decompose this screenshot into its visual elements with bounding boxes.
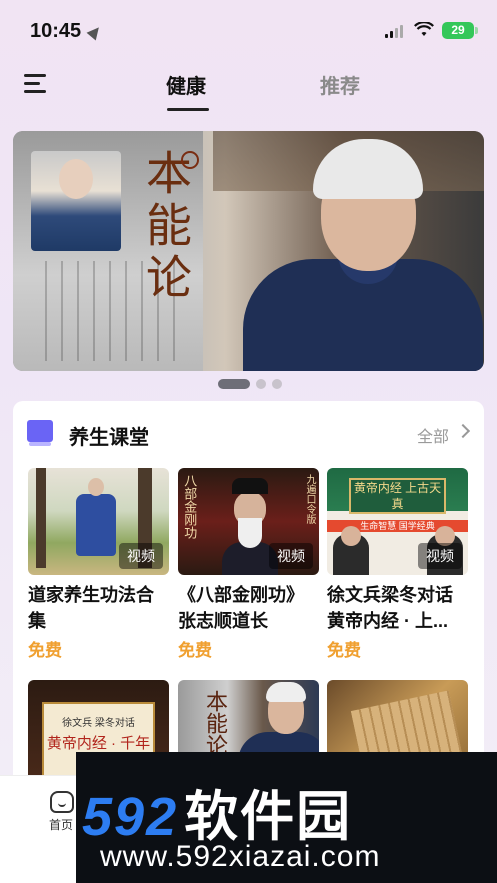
status-time: 10:45 xyxy=(30,20,82,42)
carousel-dot[interactable] xyxy=(256,379,266,389)
banner-man-image xyxy=(233,139,483,371)
watermark-overlay: 592 软件园 www.592xiazai.com xyxy=(76,752,497,883)
menu-icon[interactable] xyxy=(24,72,48,94)
battery-indicator: 29 xyxy=(442,22,474,39)
course-thumbnail[interactable]: 八部金刚功 九遍口令版 视频 xyxy=(178,468,319,575)
video-badge: 视频 xyxy=(119,543,163,569)
wifi-icon xyxy=(414,22,434,36)
banner-calligraphy: 本能论 xyxy=(139,149,193,305)
course-title[interactable]: 《八部金刚功》张志顺道长 xyxy=(178,582,319,634)
carousel-dot[interactable] xyxy=(272,379,282,389)
course-price: 免费 xyxy=(28,641,62,660)
tab-recommended[interactable]: 推荐 xyxy=(320,70,360,99)
course-title[interactable]: 道家养生功法合集 xyxy=(28,582,169,634)
course-price: 免费 xyxy=(327,641,361,660)
course-price: 免费 xyxy=(178,641,212,660)
course-card[interactable]: 八部金刚功 九遍口令版 视频 《八部金刚功》张志顺道长 免费 xyxy=(178,468,319,664)
location-icon xyxy=(86,23,104,41)
see-all-link[interactable]: 全部 xyxy=(417,423,449,447)
section-title: 养生课堂 xyxy=(69,427,149,449)
video-badge: 视频 xyxy=(269,543,313,569)
thumbnail-subtext: 九遍口令版 xyxy=(304,474,315,524)
course-card[interactable]: 视频 道家养生功法合集 免费 xyxy=(28,468,169,664)
watermark-brand-name: 软件园 xyxy=(184,787,353,847)
battery-tip xyxy=(475,27,478,34)
cellular-signal-icon xyxy=(385,25,403,38)
thumbnail-calligraphy: 本能论 xyxy=(202,690,227,756)
tab-active-indicator xyxy=(167,108,209,111)
status-bar: 10:45 29 xyxy=(0,0,497,62)
tab-health[interactable]: 健康 xyxy=(166,70,206,99)
thumbnail-text: 徐文兵 梁冬对话 xyxy=(62,718,135,729)
carousel-indicator xyxy=(218,379,282,389)
watermark-url: www.592xiazai.com xyxy=(100,840,381,873)
tab-home-label[interactable]: 首页 xyxy=(49,816,73,833)
thumbnail-book-title: 黄帝内经 上古天真 xyxy=(349,478,446,514)
carousel-dot-active[interactable] xyxy=(218,379,250,389)
banner-portrait-image xyxy=(31,151,121,251)
classroom-icon xyxy=(27,420,53,446)
watermark-brand-number: 592 xyxy=(82,787,179,847)
thumbnail-text: 八部金刚功 xyxy=(182,474,198,539)
thumbnail-title: 黄帝内经 · 千年 xyxy=(46,735,151,752)
course-card[interactable]: 黄帝内经 上古天真 生命智慧 国学经典 视频 徐文兵梁冬对话黄帝内经 · 上..… xyxy=(327,468,468,664)
video-badge: 视频 xyxy=(418,543,462,569)
course-title[interactable]: 徐文兵梁冬对话黄帝内经 · 上... xyxy=(327,582,468,634)
course-thumbnail[interactable]: 黄帝内经 上古天真 生命智慧 国学经典 视频 xyxy=(327,468,468,575)
home-icon[interactable] xyxy=(50,791,74,813)
course-thumbnail[interactable]: 视频 xyxy=(28,468,169,575)
banner-carousel[interactable]: 本能论 xyxy=(13,131,484,371)
chevron-right-icon[interactable] xyxy=(455,423,471,439)
banner-seal-icon xyxy=(181,151,199,169)
